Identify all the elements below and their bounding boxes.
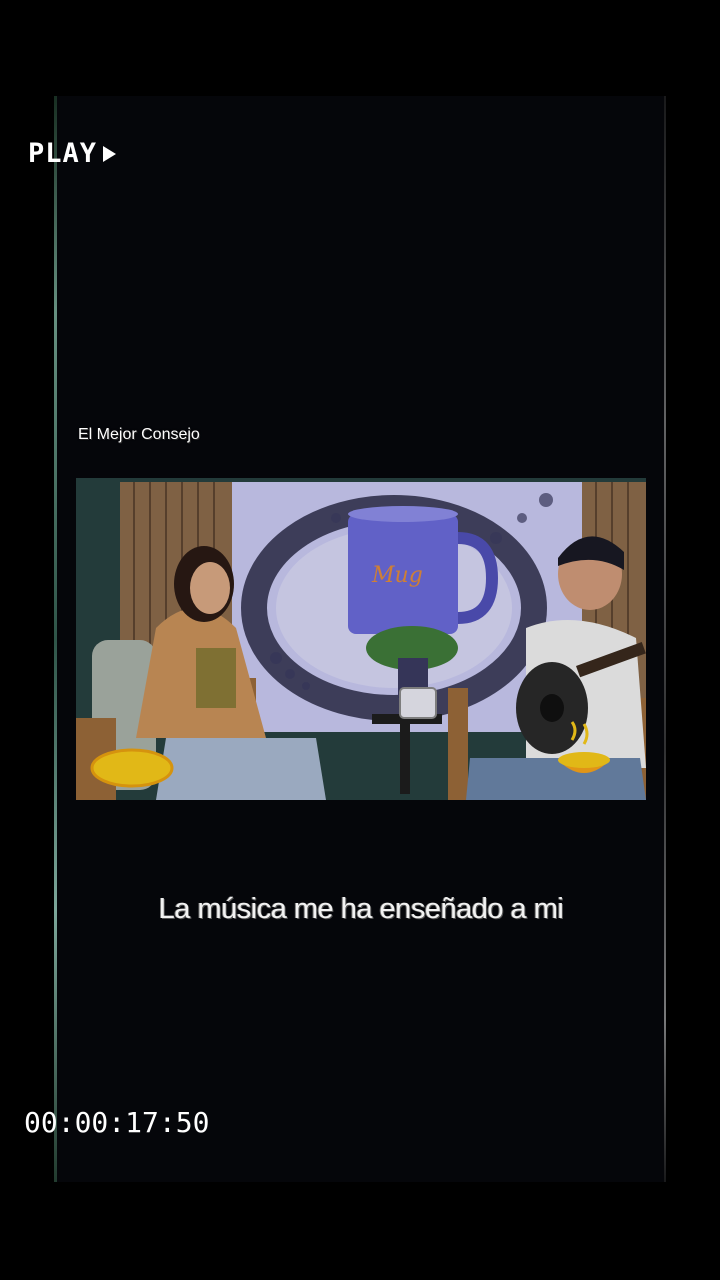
play-indicator: PLAY [28,138,117,169]
video-screen[interactable]: PLAY El Mejor Consejo Mug La música me h… [0,0,720,1280]
video-scene: Mug [76,478,646,800]
tracking-line-left [54,96,57,1182]
channel-name: El Mejor Consejo [78,426,200,443]
video-frame[interactable]: Mug [76,478,646,800]
subtitle-caption: La música me ha enseñado a mi [158,893,564,925]
timecode: 00:00:17:50 [24,1106,210,1139]
play-triangle-icon [103,145,117,162]
tracking-line-right [664,96,666,1182]
play-label: PLAY [28,138,98,169]
